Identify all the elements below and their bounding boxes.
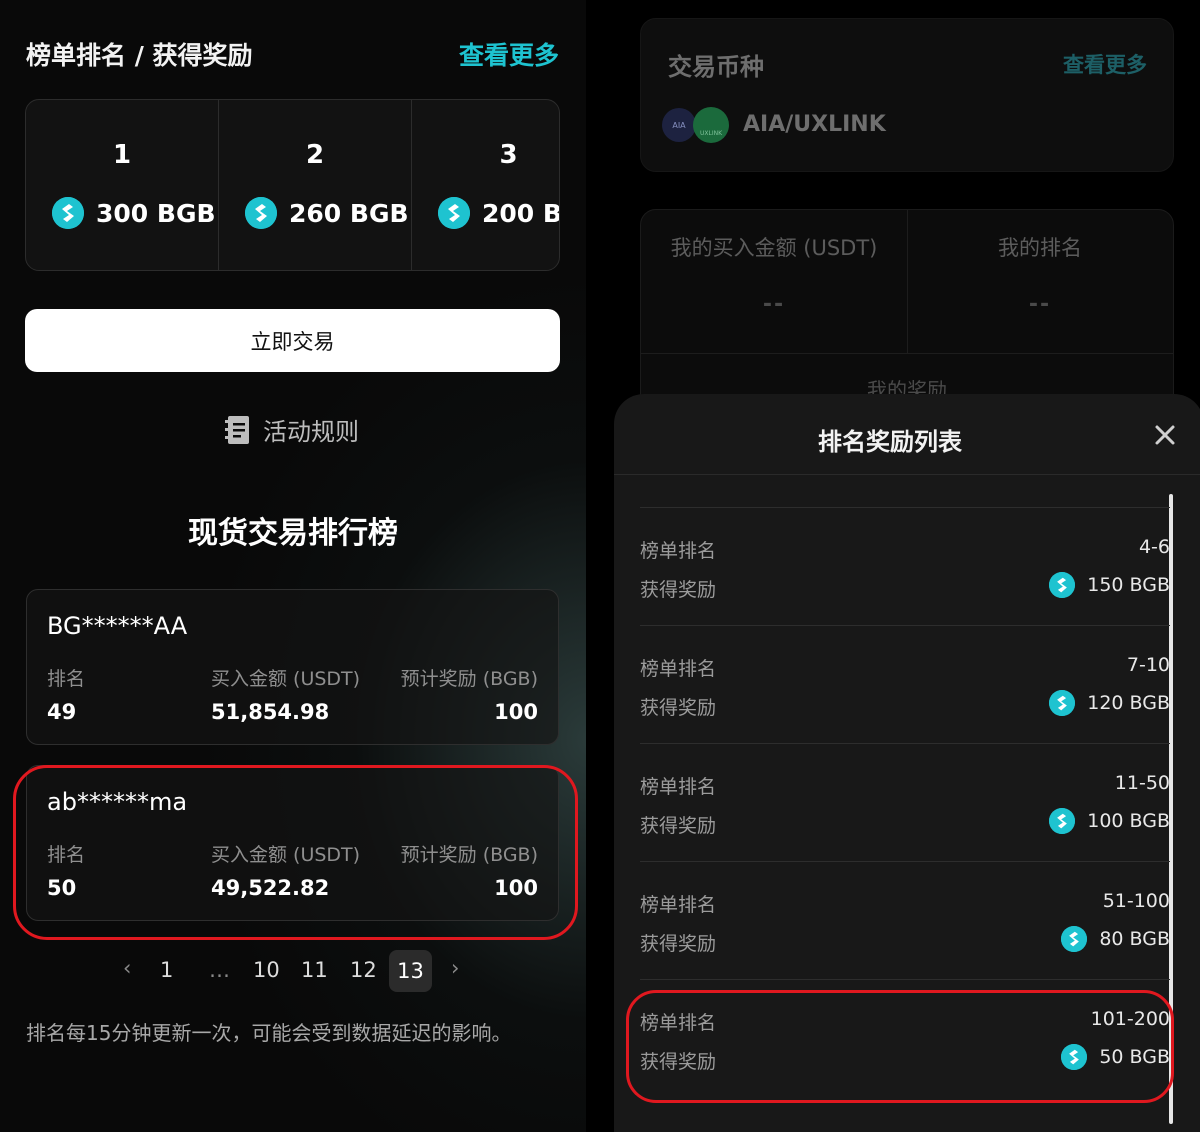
activity-rules-link[interactable]: 活动规则 [225,412,359,447]
highlight-ring [626,990,1174,1103]
pair-view-more-link[interactable]: 查看更多 [1063,49,1147,79]
reward-label: 预计奖励 (BGB) [400,668,538,690]
sheet-title: 排名奖励列表 [818,428,962,456]
trade-now-button[interactable]: 立即交易 [25,309,560,372]
reward-value: 100 BGB [1049,808,1170,834]
rank-range-label: 榜单排名 [640,894,717,916]
reward-label: 获得奖励 [640,933,717,955]
prize-amount: 200 BGB [438,197,559,229]
reward-label: 获得奖励 [640,815,717,837]
prize-text: 260 BGB [289,198,409,228]
svg-text:AIA: AIA [672,121,686,130]
bgb-coin-icon [52,197,84,229]
divider [641,353,1173,354]
next-page-button[interactable]: › [451,956,459,980]
reward-tier-row: 榜单排名 获得奖励 4-6 150 BGB [640,507,1170,625]
trading-pair-title: 交易币种 [668,53,764,81]
close-icon[interactable] [1153,423,1177,447]
leaderboard-title: 现货交易排行榜 [188,516,398,551]
my-amount-label: 我的买入金额 (USDT) [670,236,878,260]
page-button[interactable]: 11 [301,958,328,982]
document-icon [225,415,251,445]
prize-text: 200 BGB [482,198,559,228]
reward-tier-row: 榜单排名 获得奖励 11-50 100 BGB [640,743,1170,861]
rank-label: 排名 [47,668,86,690]
reward-amount: 80 BGB [1099,928,1170,950]
reward-amount: 120 BGB [1087,692,1170,714]
prize-amount: 260 BGB [245,197,409,229]
page-button[interactable]: 1 [160,958,173,982]
bgb-coin-icon [1049,572,1076,598]
reward-label: 获得奖励 [640,697,717,719]
bgb-coin-icon [1049,690,1076,716]
entry-rank: 49 [47,700,77,724]
prize-text: 300 BGB [96,198,216,228]
my-rank-label: 我的排名 [998,236,1082,260]
rank-range-value: 4-6 [1138,536,1170,558]
reward-list-screen: 交易币种 查看更多 AIA UXLINK AIA/UXLINK 我的买入金额 (… [586,0,1200,1132]
divider [614,474,1200,475]
amount-label: 买入金额 (USDT) [211,668,361,690]
bgb-coin-icon [245,197,277,229]
rewards-section-title: 榜单排名 / 获得奖励 [26,41,253,70]
my-amount-value: -- [762,292,786,317]
bgb-coin-icon [1061,926,1088,952]
page-button[interactable]: 12 [350,958,377,982]
rank-range-value: 7-10 [1126,654,1170,676]
rank-range-value: 11-50 [1114,772,1170,794]
trading-pair-name: AIA/UXLINK [743,112,886,137]
reward-value: 120 BGB [1049,690,1170,716]
prize-rank: 2 [305,140,325,170]
reward-amount: 150 BGB [1087,574,1170,596]
top3-prize-card: 1 300 BGB 2 260 BGB 3 200 BGB [25,99,560,271]
prize-cell-1: 1 300 BGB [26,100,219,270]
trading-pair-card: 交易币种 查看更多 AIA UXLINK AIA/UXLINK [640,18,1174,172]
highlight-ring [13,765,578,940]
pagination: ‹ 1 … 10 11 12 13 › [0,950,586,992]
reward-tier-row: 榜单排名 获得奖励 51-100 80 BGB [640,861,1170,979]
bgb-coin-icon [1049,808,1076,834]
prize-cell-2: 2 260 BGB [219,100,412,270]
leaderboard-entry: BG******AA 排名 买入金额 (USDT) 预计奖励 (BGB) 49 … [26,589,559,745]
entry-amount: 51,854.98 [211,700,330,724]
entry-username: BG******AA [47,612,188,640]
reward-list-sheet: 排名奖励列表 榜单排名 获得奖励 4-6 150 BGB 榜单排名 获得奖励 7… [614,394,1200,1132]
reward-tier-row: 榜单排名 获得奖励 7-10 120 BGB [640,625,1170,743]
rank-range-label: 榜单排名 [640,658,717,680]
token-pair-icons: AIA UXLINK [661,105,731,145]
rank-range-value: 51-100 [1102,890,1170,912]
prev-page-button[interactable]: ‹ [123,956,131,980]
prize-cell-3: 3 200 BGB [412,100,559,270]
reward-value: 150 BGB [1049,572,1170,598]
my-rank-value: -- [1028,292,1052,317]
reward-value: 80 BGB [1061,926,1170,952]
view-more-link[interactable]: 查看更多 [459,36,559,72]
page-ellipsis: … [209,958,230,982]
activity-rules-label: 活动规则 [263,418,359,446]
update-note: 排名每15分钟更新一次，可能会受到数据延迟的影响。 [26,1021,512,1045]
reward-amount: 100 BGB [1087,810,1170,832]
entry-reward: 100 [494,700,538,724]
reward-label: 获得奖励 [640,579,717,601]
current-page-button[interactable]: 13 [389,950,432,992]
leaderboard-panel: 榜单排名 / 获得奖励 查看更多 1 300 BGB 2 260 BGB 3 2… [0,0,586,1132]
bgb-coin-icon [438,197,470,229]
rank-range-label: 榜单排名 [640,540,717,562]
prize-rank: 3 [499,140,518,170]
svg-text:UXLINK: UXLINK [700,130,723,137]
rank-range-label: 榜单排名 [640,776,717,798]
page-button[interactable]: 10 [253,958,280,982]
prize-amount: 300 BGB [52,197,216,229]
prize-rank: 1 [112,140,132,170]
